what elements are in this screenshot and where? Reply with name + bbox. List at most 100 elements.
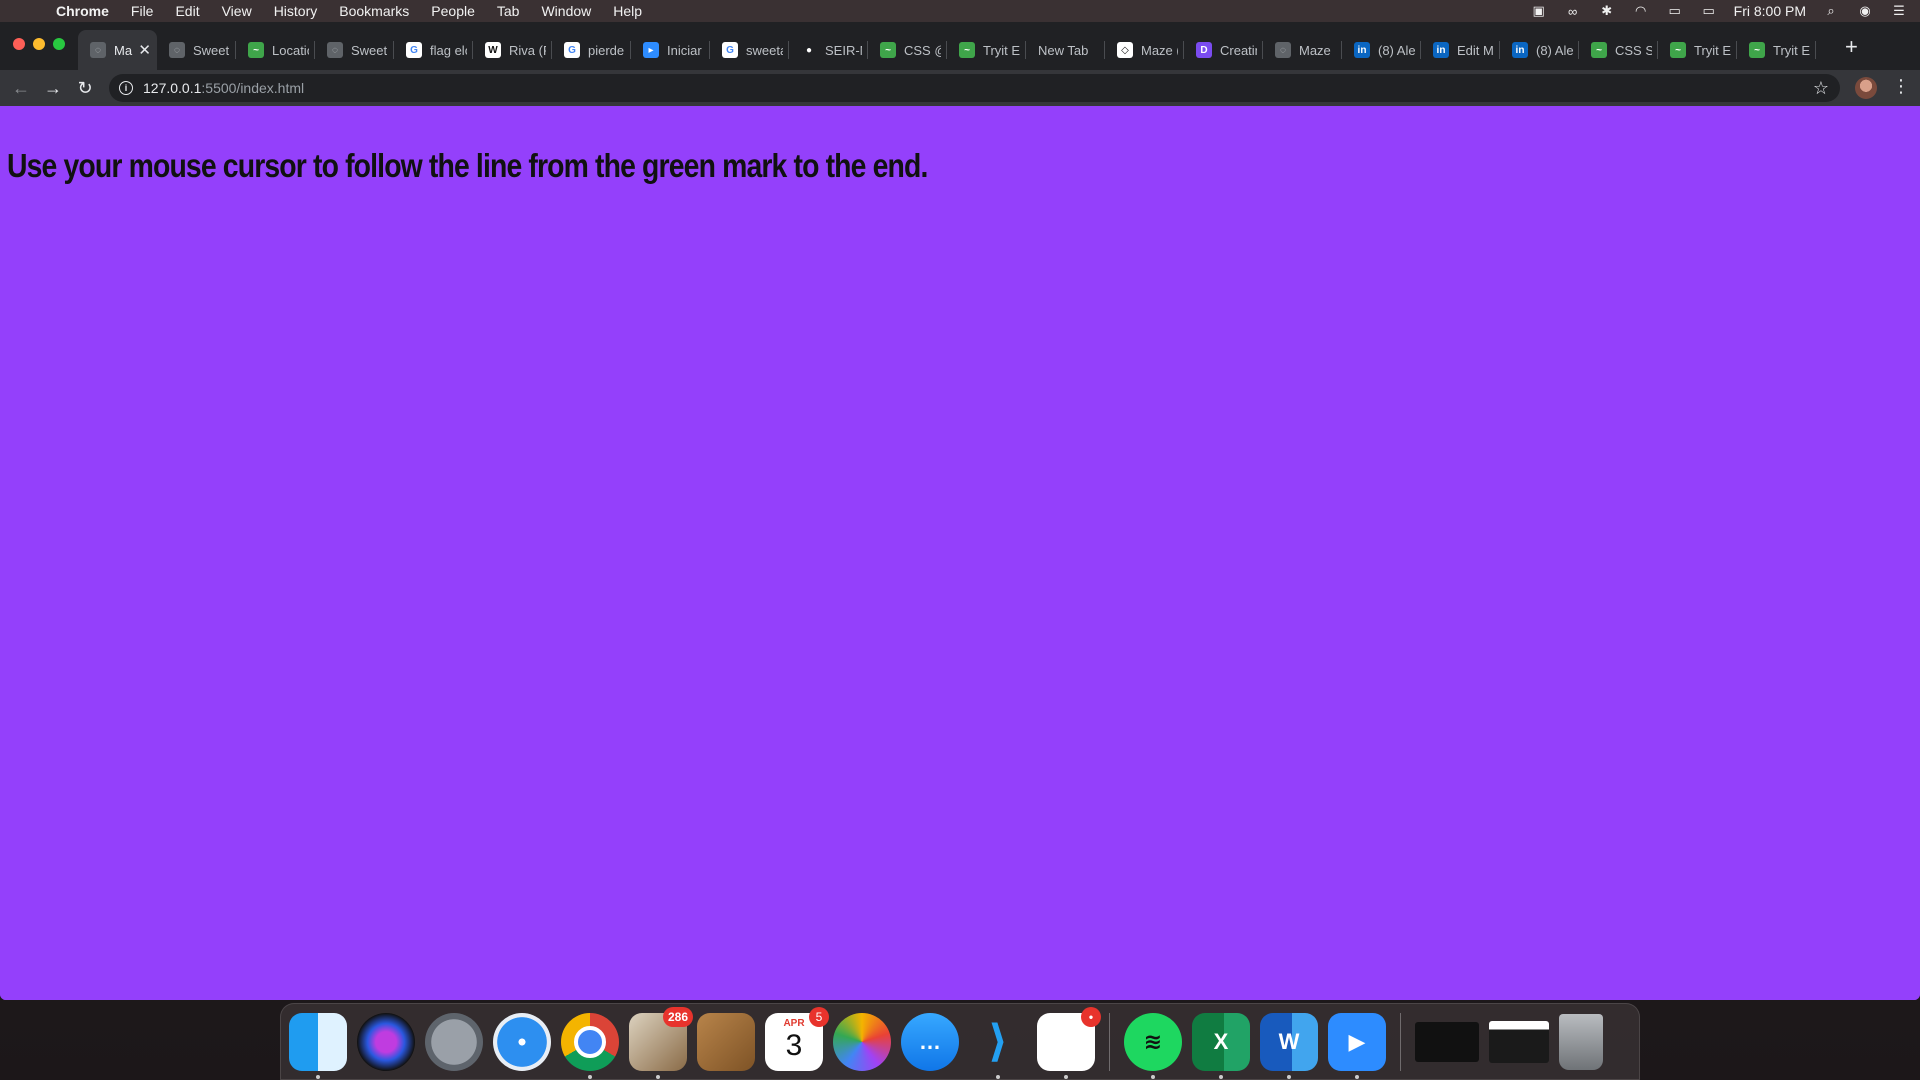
tab-title: Tryit E (1694, 42, 1731, 58)
search-icon[interactable]: ⌕ (1822, 3, 1840, 18)
contacts-icon[interactable] (697, 1012, 755, 1071)
excel-letter: X (1213, 1028, 1229, 1054)
photos-icon[interactable] (833, 1012, 891, 1071)
calendar-month: APR (783, 1018, 805, 1029)
tab-active[interactable]: ◌ Ma ✕ (78, 30, 157, 70)
menu-window[interactable]: Window (541, 3, 591, 19)
back-button[interactable]: ← (11, 78, 31, 98)
minimized-window-thumbnail[interactable] (1415, 1021, 1479, 1062)
word-icon[interactable]: W (1260, 1012, 1318, 1079)
tab-title: Edit M (1457, 42, 1494, 58)
globe-icon: ◌ (169, 42, 185, 58)
wikipedia-icon: W (485, 42, 501, 58)
menu-file[interactable]: File (131, 3, 154, 19)
tab[interactable]: W Riva (R (473, 30, 552, 70)
window-controls (13, 38, 65, 50)
tab[interactable]: ~ Tryit E (947, 30, 1026, 70)
menu-bookmarks[interactable]: Bookmarks (339, 3, 409, 19)
chrome-icon[interactable] (561, 1012, 619, 1079)
menu-view[interactable]: View (222, 3, 252, 19)
tab[interactable]: ◌ Sweet (157, 30, 236, 70)
running-indicator (588, 1074, 592, 1079)
tab[interactable]: Gpierde (552, 30, 631, 70)
chart-icon: ~ (248, 42, 264, 58)
airplay-icon[interactable]: ▭ (1666, 3, 1684, 18)
tab[interactable]: in Edit M (1421, 30, 1500, 70)
info-icon[interactable]: i (119, 81, 133, 95)
menu-history[interactable]: History (274, 3, 318, 19)
calendar-icon[interactable]: APR 3 5 (765, 1006, 829, 1071)
menu-bar: Chrome File Edit View History Bookmarks … (0, 0, 1920, 22)
tab-title: Sweet (193, 42, 230, 58)
bluetooth-icon[interactable]: ✱ (1598, 3, 1616, 18)
tab-title: Maze (1299, 42, 1331, 58)
slack-icon[interactable]: • (1037, 1006, 1101, 1079)
launchpad-icon[interactable] (425, 1012, 483, 1071)
menu-edit[interactable]: Edit (175, 3, 199, 19)
new-tab-button[interactable]: + (1845, 36, 1858, 58)
fullscreen-window-button[interactable] (53, 38, 65, 50)
mail-badge: 286 (662, 1006, 693, 1027)
mail-icon[interactable]: 286 (629, 1006, 693, 1079)
tab[interactable]: ◌ Maze (1263, 30, 1342, 70)
tab[interactable]: in (8) Ale (1500, 30, 1579, 70)
tab[interactable]: ◇ Maze ( (1105, 30, 1184, 70)
close-tab-icon[interactable]: ✕ (138, 41, 151, 59)
wifi-icon[interactable]: ◠ (1632, 3, 1650, 18)
dock: 286 APR 3 5 … ⟩ • ≋ X W ▶ (280, 1003, 1640, 1080)
page-content: Use your mouse cursor to follow the line… (0, 106, 1920, 1000)
url-host: 127.0.0.1 (143, 80, 202, 96)
glasses-icon[interactable]: ∞ (1564, 4, 1582, 19)
url-path: :5500/index.html (201, 80, 305, 96)
minimized-document-thumbnail[interactable] (1489, 1020, 1549, 1063)
finder-icon[interactable] (289, 1012, 347, 1079)
tab[interactable]: ~ Tryit E (1658, 30, 1737, 70)
excel-icon[interactable]: X (1192, 1012, 1250, 1079)
siri-icon[interactable]: ◉ (1856, 3, 1874, 18)
dock-divider (1400, 1012, 1401, 1071)
tab[interactable]: D Creatin (1184, 30, 1263, 70)
clock[interactable]: Fri 8:00 PM (1734, 3, 1806, 19)
profile-avatar[interactable] (1855, 77, 1877, 99)
tab[interactable]: New Tab (1026, 30, 1105, 70)
trash-icon[interactable] (1559, 1013, 1603, 1070)
github-icon: ● (801, 42, 817, 58)
menu-people[interactable]: People (431, 3, 475, 19)
zoom-icon[interactable]: ▣ (1530, 3, 1548, 18)
zoom-icon[interactable]: ▶ (1328, 1012, 1386, 1079)
close-window-button[interactable] (13, 38, 25, 50)
tab[interactable]: ~ Locatio (236, 30, 315, 70)
tab[interactable]: Gflag elo (394, 30, 473, 70)
tab-title: flag elo (430, 42, 467, 58)
bookmark-star-icon[interactable]: ☆ (1813, 78, 1829, 99)
vscode-icon[interactable]: ⟩ (969, 1013, 1027, 1079)
tab[interactable]: ~ CSS @ (868, 30, 947, 70)
reload-button[interactable]: ↻ (75, 78, 95, 98)
address-bar[interactable]: i 127.0.0.1:5500/index.html ☆ (109, 74, 1840, 102)
menu-help[interactable]: Help (613, 3, 642, 19)
running-indicator (996, 1074, 1000, 1079)
tab-title: Maze ( (1141, 42, 1178, 58)
tab[interactable]: ~ CSS St (1579, 30, 1658, 70)
tab[interactable]: ◌ Sweet (315, 30, 394, 70)
spotify-icon[interactable]: ≋ (1124, 1012, 1182, 1079)
tab-title: Iniciar (667, 42, 702, 58)
tab[interactable]: ~ Tryit E (1737, 30, 1816, 70)
messages-icon[interactable]: … (901, 1012, 959, 1071)
safari-icon[interactable] (493, 1012, 551, 1071)
globe-icon: ◌ (90, 42, 106, 58)
battery-icon[interactable]: ▭ (1700, 3, 1718, 18)
tab[interactable]: ● SEIR-M (789, 30, 868, 70)
menu-app-chrome[interactable]: Chrome (56, 3, 109, 19)
tab[interactable]: ▸ Iniciar (631, 30, 710, 70)
tab[interactable]: in (8) Ale (1342, 30, 1421, 70)
control-center-icon[interactable]: ☰ (1890, 3, 1908, 18)
minimize-window-button[interactable] (33, 38, 45, 50)
menu-tab[interactable]: Tab (497, 3, 520, 19)
google-icon: G (722, 42, 738, 58)
siri-icon[interactable] (357, 1012, 415, 1071)
forward-button[interactable]: → (43, 78, 63, 98)
tab[interactable]: Gsweeta (710, 30, 789, 70)
tab-title: Riva (R (509, 42, 546, 58)
more-menu-icon[interactable]: ⋮ (1892, 76, 1910, 97)
